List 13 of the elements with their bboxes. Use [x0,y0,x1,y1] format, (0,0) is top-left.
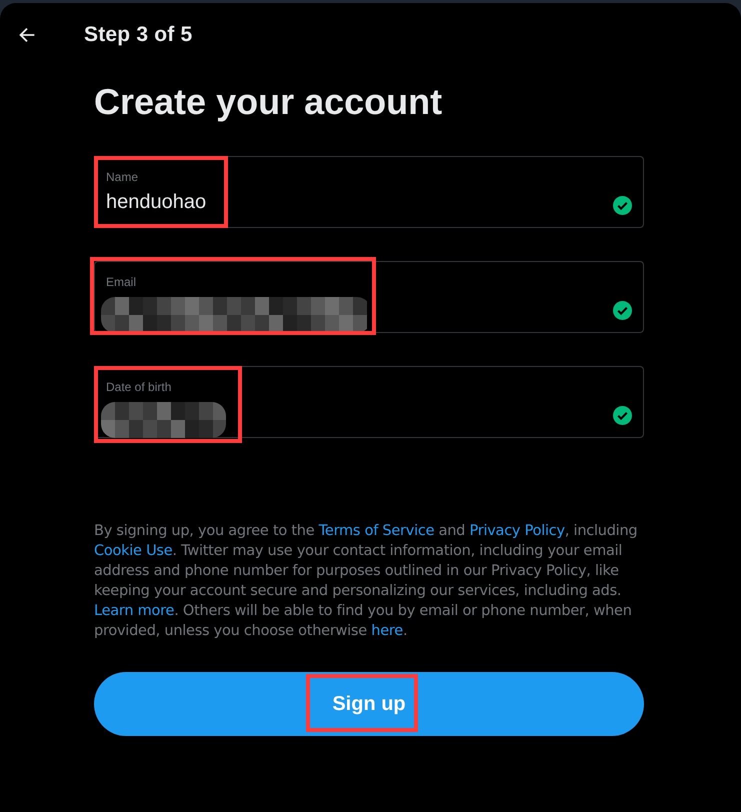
link[interactable]: Learn more [94,603,174,619]
field-value: henduohao [106,190,206,215]
link[interactable]: Privacy Policy [470,523,565,539]
field-label: Email [106,275,138,289]
input-field[interactable]: Name henduohao [94,156,644,228]
link[interactable]: Terms of Service [318,523,434,539]
link[interactable]: Cookie Use [94,543,172,559]
field-label: Name [106,170,140,184]
disclaimer-text: By signing up, you agree to the Terms of Service and Privacy Policy, including Cookie Use. Twitter may use your contact information, including your email address and phone number for purposes outlined in our Privacy Policy, like keeping your account secure and personalizing our services, including ads. Learn more. Others will be able to find you by email or phone number, when provided, unless you choose otherwise here. [94,522,638,641]
link[interactable]: here [371,623,403,639]
page-heading: Create your account [94,81,444,123]
field-label: Date of birth [106,380,172,394]
step-title: Step 3 of 5 [84,23,192,47]
